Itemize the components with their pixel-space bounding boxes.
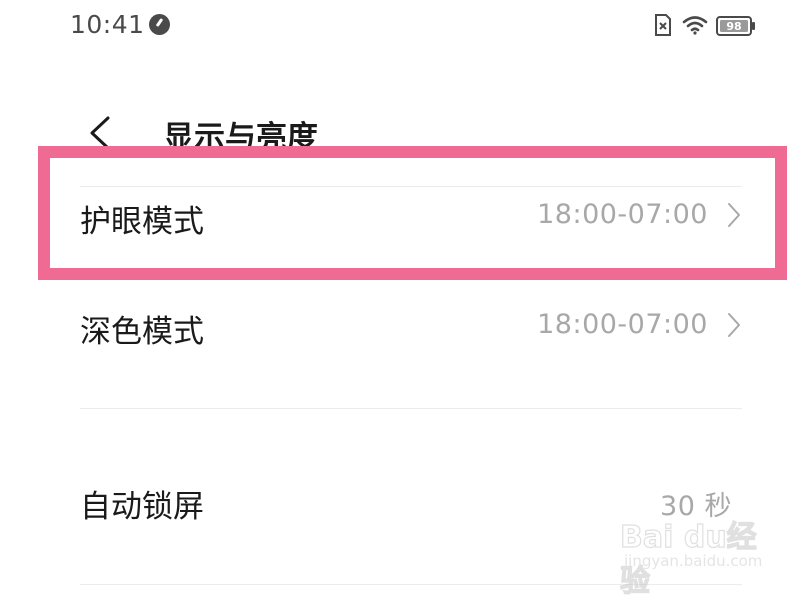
row-label: 自动锁屏 [80, 489, 204, 525]
row-dark-mode[interactable]: 深色模式 18:00-07:00 [0, 275, 812, 375]
divider [80, 408, 742, 409]
watermark: Bai du经验 jingyan.baidu.com [619, 512, 770, 599]
chevron-right-icon [728, 313, 740, 337]
row-value: 18:00-07:00 [537, 309, 708, 340]
settings-list: 护眼模式 18:00-07:00 深色模式 18:00-07:00 自动锁屏 3… [0, 0, 812, 589]
watermark-url: jingyan.baidu.com [624, 552, 763, 570]
highlight-frame [38, 146, 787, 280]
row-label: 深色模式 [80, 314, 204, 350]
